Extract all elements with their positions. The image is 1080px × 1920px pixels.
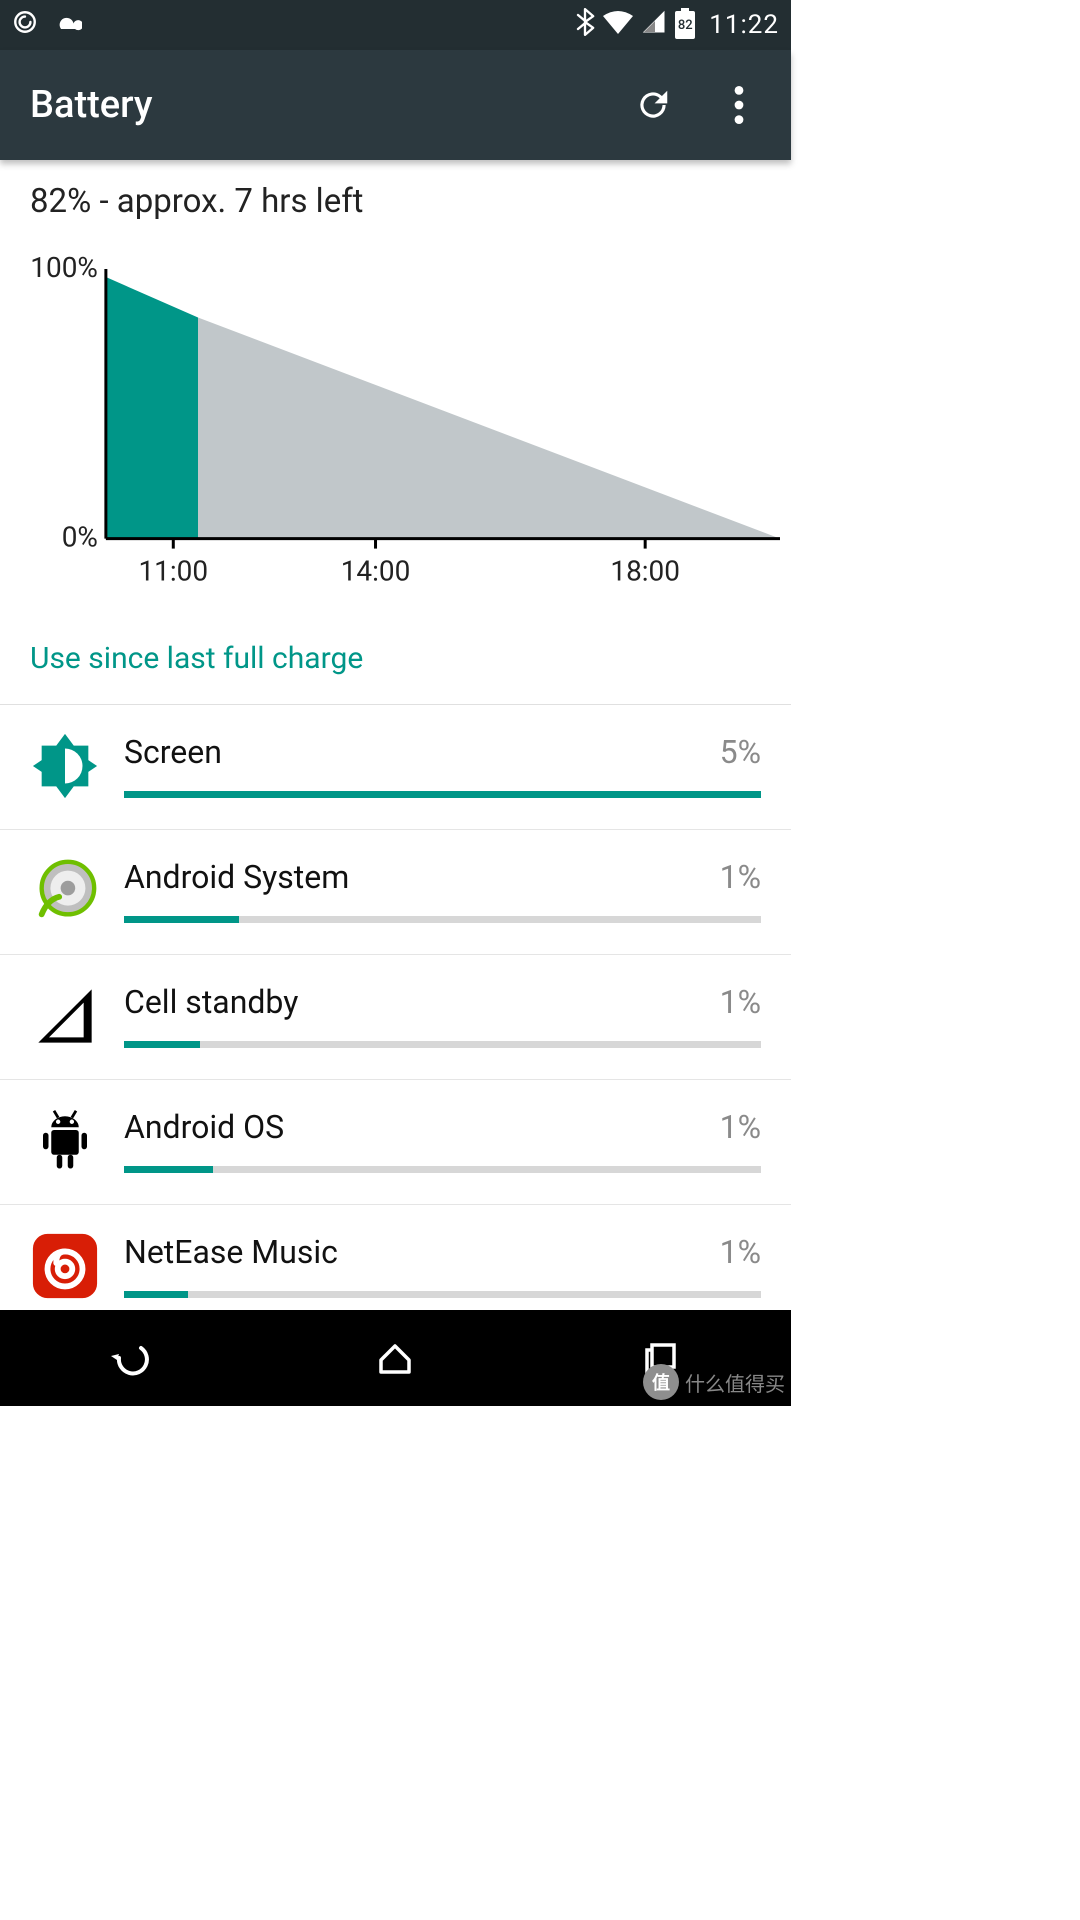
watermark-badge: 值 [643,1364,679,1400]
cell-signal-icon [641,10,667,40]
usage-item[interactable]: Cell standby 1% [0,955,791,1080]
usage-bar [124,1291,761,1298]
usage-bar-fill [124,1291,188,1298]
usage-name: Android OS [124,1108,284,1146]
battery-icon: 82 [675,11,695,39]
battery-chart[interactable]: 100% 0% 11:00 14:00 18:00 [0,231,791,623]
app-bar: Battery [0,50,791,160]
usage-percent: 1% [720,1233,761,1271]
netease-icon [30,1231,100,1301]
refresh-icon [634,86,672,124]
usage-bar-fill [124,1166,213,1173]
battery-summary: 82% - approx. 7 hrs left [0,160,791,231]
svg-text:14:00: 14:00 [341,555,411,588]
usage-percent: 1% [720,1108,761,1146]
usage-name: NetEase Music [124,1233,338,1271]
back-icon [107,1338,157,1378]
home-icon [375,1338,415,1378]
more-vert-icon [734,86,744,124]
watermark: 值 什么值得买 [643,1364,785,1400]
refresh-button[interactable] [631,83,675,127]
overflow-menu-button[interactable] [717,83,761,127]
usage-name: Screen [124,733,222,771]
usage-bar [124,791,761,798]
section-header: Use since last full charge [0,623,791,705]
usage-percent: 1% [720,983,761,1021]
back-button[interactable] [102,1328,162,1388]
usage-bar-fill [124,791,761,798]
android-system-icon [30,856,100,926]
svg-text:100%: 100% [30,251,98,284]
usage-list: Screen5%Android System1%Cell standby1%An… [0,705,791,1330]
battery-chart-svg: 100% 0% 11:00 14:00 18:00 [6,239,785,609]
brightness-icon [30,731,100,801]
usage-name: Android System [124,858,349,896]
svg-text:18:00: 18:00 [610,555,680,588]
usage-bar-fill [124,916,239,923]
usage-item[interactable]: Android OS 1% [0,1080,791,1205]
status-bar: 82 11:22 [0,0,791,50]
page-title: Battery [30,83,153,127]
watermark-text: 什么值得买 [685,1368,785,1397]
cell-icon [30,981,100,1051]
usage-bar [124,1041,761,1048]
usage-percent: 5% [720,733,761,771]
home-button[interactable] [365,1328,425,1388]
usage-name: Cell standby [124,983,298,1021]
status-time: 11:22 [709,10,779,40]
netease-status-icon [12,9,38,41]
cloud-icon [52,11,82,39]
android-icon [30,1106,100,1176]
usage-item[interactable]: Screen 5% [0,705,791,830]
usage-bar [124,916,761,923]
wifi-icon [603,10,633,40]
usage-percent: 1% [720,858,761,896]
usage-bar [124,1166,761,1173]
svg-text:11:00: 11:00 [138,555,208,588]
bluetooth-icon [575,8,595,42]
usage-item[interactable]: Android System 1% [0,830,791,955]
usage-bar-fill [124,1041,200,1048]
battery-level: 82 [678,18,693,33]
svg-text:0%: 0% [62,521,98,554]
